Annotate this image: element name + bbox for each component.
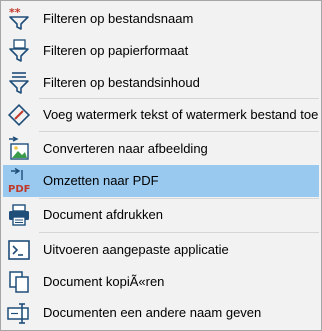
- menu-item-label: Document afdrukken: [43, 207, 163, 222]
- menu-item-label: Voeg watermerk tekst of watermerk bestan…: [43, 107, 319, 122]
- menu-item-label: Uitvoeren aangepaste applicatie: [43, 242, 229, 257]
- convert-pdf-icon: PDF: [6, 168, 32, 194]
- menu-separator: [39, 232, 319, 233]
- menu-item-watermark[interactable]: Voeg watermerk tekst of watermerk bestan…: [3, 99, 319, 131]
- funnel-lines-icon: [6, 70, 32, 96]
- rename-icon: [6, 300, 32, 326]
- funnel-asterisk-icon: **: [6, 6, 32, 32]
- menu-item-label: Documenten een andere naam geven: [43, 305, 262, 320]
- menu-item-label: Document kopiÃ«ren: [43, 274, 165, 289]
- menu-item-label: Omzetten naar PDF: [43, 173, 159, 188]
- menu-item-print[interactable]: Document afdrukken: [3, 199, 319, 231]
- terminal-icon: [6, 237, 32, 263]
- convert-image-icon: [6, 136, 32, 162]
- menu-item-label: Filteren op bestandsnaam: [43, 11, 194, 26]
- menu-item-rename[interactable]: Documenten een andere naam geven: [3, 297, 319, 329]
- menu-item-filter-content[interactable]: Filteren op bestandsinhoud: [3, 67, 319, 99]
- menu-item-label: Filteren op papierformaat: [43, 43, 189, 58]
- pdf-badge-text: PDF: [8, 184, 30, 194]
- menu-item-label: Filteren op bestandsinhoud: [43, 75, 200, 90]
- menu-item-run-custom-app[interactable]: Uitvoeren aangepaste applicatie: [3, 234, 319, 266]
- menu-item-copy-document[interactable]: Document kopiÃ«ren: [3, 266, 319, 298]
- menu-item-filter-filename[interactable]: ** Filteren op bestandsnaam: [3, 3, 319, 35]
- copy-document-icon: [6, 269, 32, 295]
- menu-item-convert-image[interactable]: Converteren naar afbeelding: [3, 133, 319, 165]
- watermark-icon: [6, 102, 32, 128]
- menu-separator: [39, 131, 319, 132]
- context-menu: ** Filteren op bestandsnaam Filteren op …: [0, 0, 322, 331]
- menu-item-filter-paper-size[interactable]: Filteren op papierformaat: [3, 35, 319, 67]
- menu-item-label: Converteren naar afbeelding: [43, 141, 208, 156]
- printer-icon: [6, 202, 32, 228]
- funnel-paper-icon: [6, 38, 32, 64]
- menu-item-convert-pdf[interactable]: PDF Omzetten naar PDF: [3, 165, 319, 197]
